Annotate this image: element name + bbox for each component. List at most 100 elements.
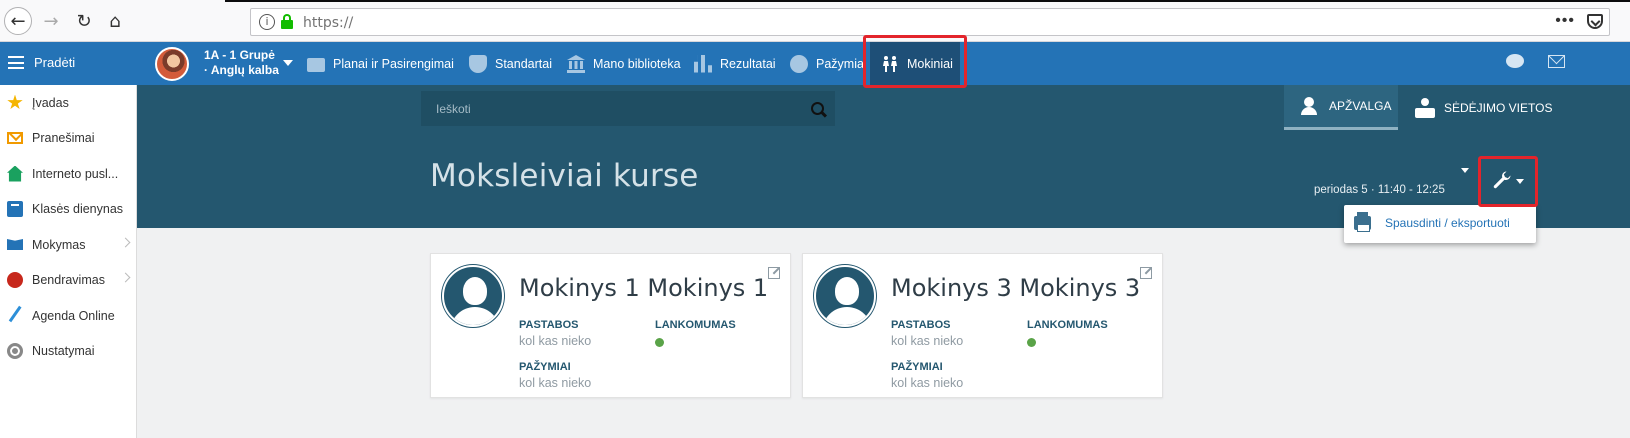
sidebar-item-messages[interactable]: Pranešimai bbox=[0, 120, 137, 155]
gear-icon bbox=[7, 342, 23, 359]
notes-value: kol kas nieko bbox=[891, 334, 964, 348]
library-icon bbox=[567, 54, 585, 73]
site-info-icon[interactable]: i bbox=[259, 14, 275, 30]
tab-overview[interactable]: Apžvalga bbox=[1284, 85, 1398, 130]
nav-item-label: Pažymiai bbox=[816, 56, 867, 71]
class-name-line2: · Anglų kalba bbox=[204, 63, 279, 77]
sidebar-item-label: Įvadas bbox=[32, 95, 69, 110]
reload-icon[interactable]: ↻ bbox=[70, 7, 98, 35]
sidebar: Įvadas Pranešimai Interneto pusl... Klas… bbox=[0, 85, 137, 438]
tools-dropdown-caret-icon bbox=[1516, 179, 1524, 184]
class-avatar[interactable] bbox=[155, 47, 189, 81]
sidebar-item-settings[interactable]: Nustatymai bbox=[0, 333, 137, 368]
tools-dropdown-menu: Spausdinti / eksportuoti bbox=[1344, 205, 1536, 243]
nav-item-standards[interactable]: Standartai bbox=[469, 42, 552, 85]
back-arrow-icon[interactable]: ← bbox=[4, 7, 32, 35]
sidebar-item-communication[interactable]: Bendravimas bbox=[0, 262, 137, 297]
grades-value: kol kas nieko bbox=[519, 376, 592, 390]
notes-value: kol kas nieko bbox=[519, 334, 592, 348]
student-avatar bbox=[814, 265, 876, 327]
student-avatar bbox=[442, 265, 504, 327]
sidebar-item-label: Pranešimai bbox=[32, 130, 95, 145]
print-export-menu-item[interactable]: Spausdinti / eksportuoti bbox=[1344, 205, 1536, 243]
lock-icon[interactable] bbox=[281, 14, 293, 30]
sidebar-item-intro[interactable]: Įvadas bbox=[0, 85, 137, 120]
pocket-icon[interactable] bbox=[1587, 14, 1603, 29]
attendance-label: LANKOMUMAS bbox=[655, 319, 736, 331]
nav-item-label: Mokiniai bbox=[907, 56, 953, 71]
sidebar-item-agenda-online[interactable]: Agenda Online bbox=[0, 298, 137, 333]
nav-item-plans[interactable]: Planai ir Pasirengimai bbox=[307, 42, 454, 85]
sidebar-item-class-diary[interactable]: Klasės dienynas bbox=[0, 191, 137, 226]
shield-icon bbox=[469, 54, 487, 73]
home-icon[interactable]: ⌂ bbox=[101, 7, 129, 35]
class-name-line1: 1A - 1 Grupė bbox=[204, 48, 275, 62]
search-icon[interactable] bbox=[811, 102, 824, 115]
search-input[interactable] bbox=[421, 91, 801, 126]
sidebar-item-teaching[interactable]: Mokymas bbox=[0, 227, 137, 262]
grades-value: kol kas nieko bbox=[891, 376, 964, 390]
students-icon bbox=[881, 55, 899, 73]
browser-tab-strip-edge bbox=[225, 0, 1630, 2]
page-title: Moksleiviai kurse bbox=[430, 158, 699, 194]
nav-item-grades[interactable]: Pažymiai bbox=[790, 42, 867, 85]
grades-label: PAŽYMIAI bbox=[519, 361, 571, 373]
chevron-right-icon bbox=[120, 272, 131, 283]
briefcase-icon bbox=[307, 58, 325, 72]
nav-item-students[interactable]: Mokiniai bbox=[870, 42, 960, 85]
sidebar-item-label: Bendravimas bbox=[32, 272, 105, 287]
pen-icon bbox=[8, 305, 28, 326]
period-selector[interactable]: periodas 5 · 11:40 - 12:25 bbox=[1314, 184, 1445, 196]
sidebar-item-label: Klasės dienynas bbox=[32, 201, 124, 216]
nav-item-label: Standartai bbox=[495, 56, 552, 71]
home-icon bbox=[7, 165, 23, 182]
speech-bubble-icon bbox=[7, 271, 23, 288]
sidebar-item-label: Agenda Online bbox=[32, 308, 115, 323]
notes-label: PASTABOS bbox=[891, 319, 951, 331]
chat-icon[interactable] bbox=[1506, 54, 1524, 68]
tools-menu-button[interactable] bbox=[1480, 157, 1536, 205]
student-name[interactable]: Mokinys 3 Mokinys 3 bbox=[891, 274, 1140, 302]
hamburger-menu-icon[interactable] bbox=[8, 56, 24, 69]
sidebar-item-label: Mokymas bbox=[32, 237, 86, 252]
student-card[interactable]: Mokinys 3 Mokinys 3 PASTABOS kol kas nie… bbox=[802, 253, 1163, 398]
sidebar-item-website[interactable]: Interneto pusl... bbox=[0, 156, 137, 191]
forward-arrow-icon[interactable]: → bbox=[37, 7, 65, 35]
tab-label: Apžvalga bbox=[1329, 99, 1392, 113]
student-name[interactable]: Mokinys 1 Mokinys 1 bbox=[519, 274, 768, 302]
nav-item-results[interactable]: Rezultatai bbox=[694, 42, 776, 85]
class-selector[interactable]: 1A - 1 Grupė · Anglų kalba bbox=[204, 48, 279, 78]
star-icon bbox=[7, 94, 23, 110]
top-navigation-bar: Pradėti 1A - 1 Grupė · Anglų kalba Plana… bbox=[0, 42, 1630, 85]
sidebar-item-label: Interneto pusl... bbox=[32, 166, 119, 181]
page-actions-menu-icon[interactable]: ••• bbox=[1555, 12, 1575, 30]
grades-label: PAŽYMIAI bbox=[891, 361, 943, 373]
mail-icon[interactable] bbox=[1548, 55, 1565, 68]
attendance-status-dot bbox=[655, 338, 664, 347]
open-book-icon bbox=[7, 239, 23, 250]
student-card[interactable]: Mokinys 1 Mokinys 1 PASTABOS kol kas nie… bbox=[430, 253, 791, 398]
external-link-icon[interactable] bbox=[768, 267, 780, 279]
url-text[interactable]: https:// bbox=[303, 15, 353, 31]
grade-icon bbox=[790, 54, 808, 73]
external-link-icon[interactable] bbox=[1140, 267, 1152, 279]
nav-item-label: Rezultatai bbox=[720, 56, 776, 71]
user-icon bbox=[1301, 97, 1317, 115]
notebook-icon bbox=[7, 200, 23, 217]
tab-seating[interactable]: Sėdėjimo vietos bbox=[1406, 85, 1556, 130]
start-menu-button[interactable]: Pradėti bbox=[34, 55, 75, 70]
attendance-status-dot bbox=[1027, 338, 1036, 347]
address-bar[interactable]: i https:// ••• bbox=[250, 8, 1610, 36]
nav-item-library[interactable]: Mano biblioteka bbox=[567, 42, 681, 85]
nav-item-label: Planai ir Pasirengimai bbox=[333, 56, 454, 71]
period-dropdown-caret-icon[interactable] bbox=[1461, 168, 1469, 173]
printer-icon bbox=[1354, 212, 1371, 232]
class-dropdown-caret-icon[interactable] bbox=[283, 60, 293, 66]
browser-toolbar: ← → ↻ ⌂ i https:// ••• bbox=[0, 0, 1630, 42]
chevron-right-icon bbox=[120, 237, 131, 248]
notes-label: PASTABOS bbox=[519, 319, 579, 331]
wrench-icon bbox=[1493, 171, 1511, 189]
nav-item-label: Mano biblioteka bbox=[593, 56, 681, 71]
seating-icon bbox=[1415, 97, 1435, 118]
sidebar-item-label: Nustatymai bbox=[32, 343, 95, 358]
